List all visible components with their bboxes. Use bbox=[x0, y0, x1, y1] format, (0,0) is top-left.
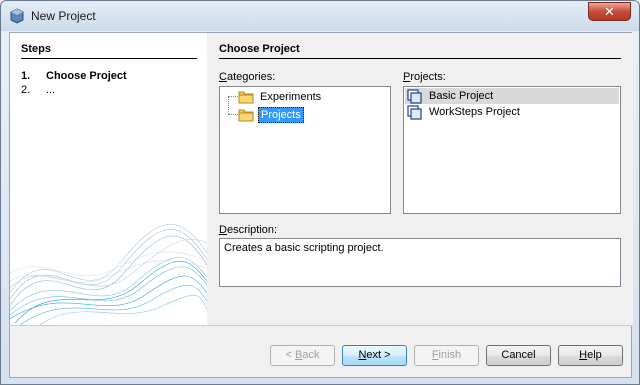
tree-item-label: Experiments bbox=[260, 91, 322, 103]
mnemonic: F bbox=[431, 349, 439, 361]
projects-list[interactable]: Basic Project WorkSteps Project bbox=[403, 86, 621, 214]
tree-item-experiments[interactable]: Experiments bbox=[238, 88, 323, 106]
step-label: Choose Project bbox=[46, 70, 127, 82]
folder-icon bbox=[238, 109, 254, 122]
projects-label: Projects: bbox=[403, 71, 446, 83]
tree-connector bbox=[228, 114, 238, 115]
button-text: ack bbox=[302, 349, 320, 361]
step-label: ... bbox=[46, 84, 56, 96]
page-title: Choose Project bbox=[219, 43, 300, 55]
button-text: inish bbox=[438, 349, 462, 361]
list-item-basic-project[interactable]: Basic Project bbox=[405, 88, 619, 104]
dialog-content: Steps 1. Choose Project 2.... Choose Pro… bbox=[9, 32, 633, 378]
steps-divider bbox=[21, 58, 197, 59]
decorative-waves-image bbox=[10, 223, 207, 325]
close-icon: ✕ bbox=[604, 4, 615, 19]
description-text: Creates a basic scripting project. bbox=[219, 238, 621, 287]
list-item-label: Basic Project bbox=[429, 90, 494, 102]
next-button[interactable]: Next > bbox=[342, 345, 407, 366]
mnemonic: H bbox=[579, 349, 588, 361]
button-text: ext > bbox=[366, 349, 391, 361]
project-icon bbox=[407, 88, 422, 104]
project-icon bbox=[407, 104, 422, 120]
tree-item-projects[interactable]: Projects bbox=[238, 106, 304, 124]
steps-panel: Steps 1. Choose Project 2.... bbox=[10, 33, 207, 325]
tree-connector bbox=[228, 96, 238, 97]
mnemonic: D bbox=[219, 224, 227, 236]
button-text: < bbox=[285, 349, 295, 361]
app-icon bbox=[10, 8, 24, 24]
window-title: New Project bbox=[31, 9, 96, 23]
list-item-label: WorkSteps Project bbox=[429, 106, 520, 118]
tree-connector bbox=[228, 96, 229, 114]
back-button[interactable]: < Back bbox=[270, 345, 335, 366]
step-item: 2.... bbox=[21, 84, 55, 96]
button-text: Cancel bbox=[501, 349, 536, 361]
step-number: 2. bbox=[21, 84, 31, 96]
label-text: escription: bbox=[226, 224, 278, 236]
help-button[interactable]: Help bbox=[558, 345, 623, 366]
categories-tree[interactable]: Experiments Projects bbox=[219, 86, 391, 214]
label-text: ategories: bbox=[226, 71, 276, 83]
categories-label: Categories: bbox=[219, 71, 275, 83]
close-button[interactable]: ✕ bbox=[588, 2, 631, 21]
tree-item-label: Projects bbox=[258, 107, 304, 123]
cancel-button[interactable]: Cancel bbox=[486, 345, 551, 366]
step-item-active: 1. Choose Project bbox=[21, 70, 127, 82]
folder-icon bbox=[238, 91, 254, 104]
list-item-worksteps-project[interactable]: WorkSteps Project bbox=[405, 104, 619, 120]
finish-button[interactable]: Finish bbox=[414, 345, 479, 366]
label-text: rojects: bbox=[410, 71, 446, 83]
button-text: elp bbox=[587, 349, 602, 361]
main-panel: Choose Project Categories: Projects: Exp… bbox=[207, 33, 633, 325]
title-bar[interactable]: New Project ✕ bbox=[1, 1, 639, 31]
description-label: Description: bbox=[219, 224, 277, 236]
title-divider bbox=[219, 58, 621, 59]
steps-title: Steps bbox=[21, 43, 51, 55]
step-number: 1. bbox=[21, 70, 31, 82]
dialog-window: New Project ✕ Steps 1. Choose Project 2..… bbox=[0, 0, 640, 385]
footer-divider bbox=[10, 325, 633, 326]
mnemonic: C bbox=[219, 71, 227, 83]
